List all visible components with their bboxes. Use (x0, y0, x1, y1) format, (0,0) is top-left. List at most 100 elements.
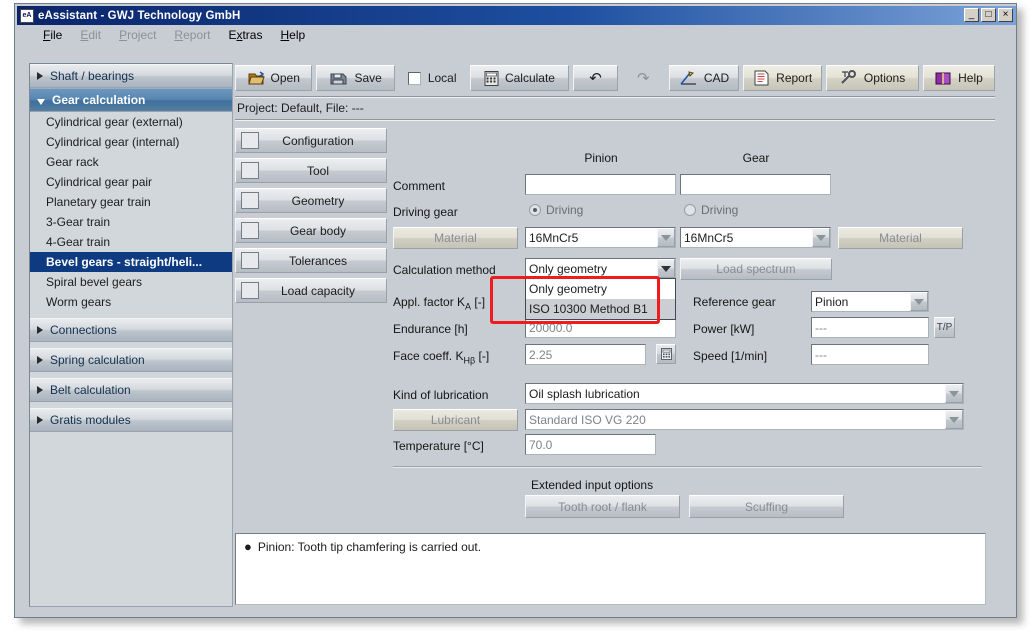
speed-input[interactable]: --- (811, 344, 929, 365)
report-button[interactable]: Report (743, 65, 822, 91)
lubricant-button[interactable]: Lubricant (393, 409, 518, 431)
lubricant-combo[interactable]: Standard ISO VG 220 (525, 409, 964, 430)
sidebar-item-worm-gears[interactable]: Worm gears (30, 292, 232, 312)
chevron-down-icon[interactable] (657, 228, 675, 247)
reference-gear-value: Pinion (812, 295, 910, 309)
geometry-button[interactable]: Geometry (235, 188, 387, 213)
redo-button[interactable]: ↷ (622, 65, 665, 91)
sidebar-item-cylindrical-gear-external[interactable]: Cylindrical gear (external) (30, 112, 232, 132)
help-button[interactable]: Help (923, 65, 995, 91)
temperature-input[interactable]: 70.0 (525, 434, 656, 455)
maximize-icon[interactable]: □ (981, 8, 996, 22)
tool-button[interactable]: Tool (235, 158, 387, 183)
reference-gear-label: Reference gear (693, 295, 776, 309)
sidebar-group-spring-calculation[interactable]: Spring calculation (30, 348, 232, 372)
material-pinion-combo[interactable]: 16MnCr5 (525, 227, 676, 248)
cad-icon (679, 70, 698, 86)
scuffing-button[interactable]: Scuffing (689, 495, 844, 518)
chevron-right-icon (37, 386, 43, 394)
sidebar-group-gratis-modules[interactable]: Gratis modules (30, 408, 232, 432)
material-gear-combo[interactable]: 16MnCr5 (680, 227, 831, 248)
save-button[interactable]: Save (316, 65, 394, 91)
load-spectrum-button[interactable]: Load spectrum (680, 258, 832, 280)
redo-icon: ↷ (637, 69, 650, 87)
application-window: eA eAssistant - GWJ Technology GmbH _ □ … (14, 3, 1017, 618)
dropdown-option-iso-10300-method-b1[interactable]: ISO 10300 Method B1 (526, 299, 675, 319)
menu-edit[interactable]: Edit (71, 27, 110, 43)
material-left-button[interactable]: Material (393, 227, 518, 249)
save-button-label: Save (354, 71, 381, 85)
cad-button[interactable]: CAD (669, 65, 739, 91)
chevron-down-icon (37, 99, 45, 105)
sidebar-group-connections[interactable]: Connections (30, 318, 232, 342)
reference-gear-combo[interactable]: Pinion (811, 291, 929, 312)
menu-project[interactable]: Project (110, 27, 165, 43)
face-coeff-input[interactable]: 2.25 (525, 344, 646, 365)
sidebar-item-planetary-gear-train[interactable]: Planetary gear train (30, 192, 232, 212)
options-button[interactable]: Options (826, 65, 919, 91)
appl-factor-label-post: [-] (471, 295, 485, 309)
driving-pinion-radio[interactable]: Driving (529, 203, 583, 217)
undo-button[interactable]: ↶ (573, 65, 617, 91)
tp-button-label: T/P (937, 322, 953, 333)
message-log-box[interactable]: ● Pinion: Tooth tip chamfering is carrie… (235, 533, 986, 605)
material-left-label: Material (434, 231, 477, 245)
driving-gear-radio[interactable]: Driving (684, 203, 738, 217)
client-area: Shaft / bearings Gear calculation Cylind… (17, 45, 1016, 617)
sidebar-group-label: Shaft / bearings (50, 69, 134, 83)
load-capacity-button[interactable]: Load capacity (235, 278, 387, 303)
material-right-button[interactable]: Material (838, 227, 963, 249)
local-checkbox[interactable] (408, 72, 421, 85)
sidebar-item-bevel-gears-straight-helical[interactable]: Bevel gears - straight/heli... (30, 252, 232, 272)
chevron-down-icon[interactable] (657, 259, 675, 278)
geometry-icon (241, 192, 259, 209)
project-divider (235, 119, 995, 121)
power-input[interactable]: --- (811, 317, 929, 338)
close-icon[interactable]: × (998, 8, 1013, 22)
sidebar-item-label: Cylindrical gear (internal) (46, 135, 179, 149)
gear-body-button[interactable]: Gear body (235, 218, 387, 243)
sidebar-group-shaft-bearings[interactable]: Shaft / bearings (30, 64, 232, 88)
sidebar-group-label: Belt calculation (50, 383, 131, 397)
sidebar-item-spiral-bevel-gears[interactable]: Spiral bevel gears (30, 272, 232, 292)
sidebar-group-belt-calculation[interactable]: Belt calculation (30, 378, 232, 402)
column-header-pinion: Pinion (525, 151, 677, 165)
sidebar-item-cylindrical-gear-pair[interactable]: Cylindrical gear pair (30, 172, 232, 192)
calculate-button[interactable]: Calculate (470, 65, 570, 91)
comment-pinion-input[interactable] (525, 174, 676, 195)
open-button[interactable]: Open (235, 65, 312, 91)
local-checkbox-row[interactable]: Local (399, 65, 466, 91)
temperature-label: Temperature [°C] (393, 439, 484, 453)
endurance-label: Endurance [h] (393, 322, 468, 336)
menu-file[interactable]: File (34, 27, 71, 43)
configuration-button[interactable]: Configuration (235, 128, 387, 153)
tooth-root-flank-button[interactable]: Tooth root / flank (525, 495, 680, 518)
main-panel: Open Save Local (235, 63, 1002, 607)
menu-extras[interactable]: Extras (219, 27, 271, 43)
sidebar-group-gear-calculation[interactable]: Gear calculation (30, 88, 232, 112)
sidebar-item-cylindrical-gear-internal[interactable]: Cylindrical gear (internal) (30, 132, 232, 152)
save-disk-icon (329, 71, 348, 86)
face-coeff-calculator-button[interactable] (656, 344, 676, 364)
kind-of-lubrication-combo[interactable]: Oil splash lubrication (525, 383, 964, 404)
calculation-method-dropdown[interactable]: Only geometry ISO 10300 Method B1 (525, 278, 676, 320)
calculation-method-combo[interactable]: Only geometry (525, 258, 676, 279)
chevron-down-icon[interactable] (910, 292, 928, 311)
minimize-icon[interactable]: _ (964, 8, 979, 22)
chevron-down-icon[interactable] (945, 384, 963, 403)
menu-report[interactable]: Report (165, 27, 219, 43)
chevron-down-icon[interactable] (812, 228, 830, 247)
comment-gear-input[interactable] (680, 174, 831, 195)
sidebar-item-3-gear-train[interactable]: 3-Gear train (30, 212, 232, 232)
sidebar-group-label: Gratis modules (50, 413, 131, 427)
sidebar-item-4-gear-train[interactable]: 4-Gear train (30, 232, 232, 252)
tolerances-button[interactable]: Tolerances (235, 248, 387, 273)
sidebar-item-gear-rack[interactable]: Gear rack (30, 152, 232, 172)
menu-help[interactable]: Help (271, 27, 314, 43)
section-divider (393, 466, 982, 468)
chevron-down-icon[interactable] (945, 410, 963, 429)
dropdown-option-label: Only geometry (529, 282, 607, 296)
dropdown-option-only-geometry[interactable]: Only geometry (526, 279, 675, 299)
endurance-input[interactable]: 20000.0 (525, 317, 676, 338)
torque-power-toggle-button[interactable]: T/P (934, 317, 955, 338)
